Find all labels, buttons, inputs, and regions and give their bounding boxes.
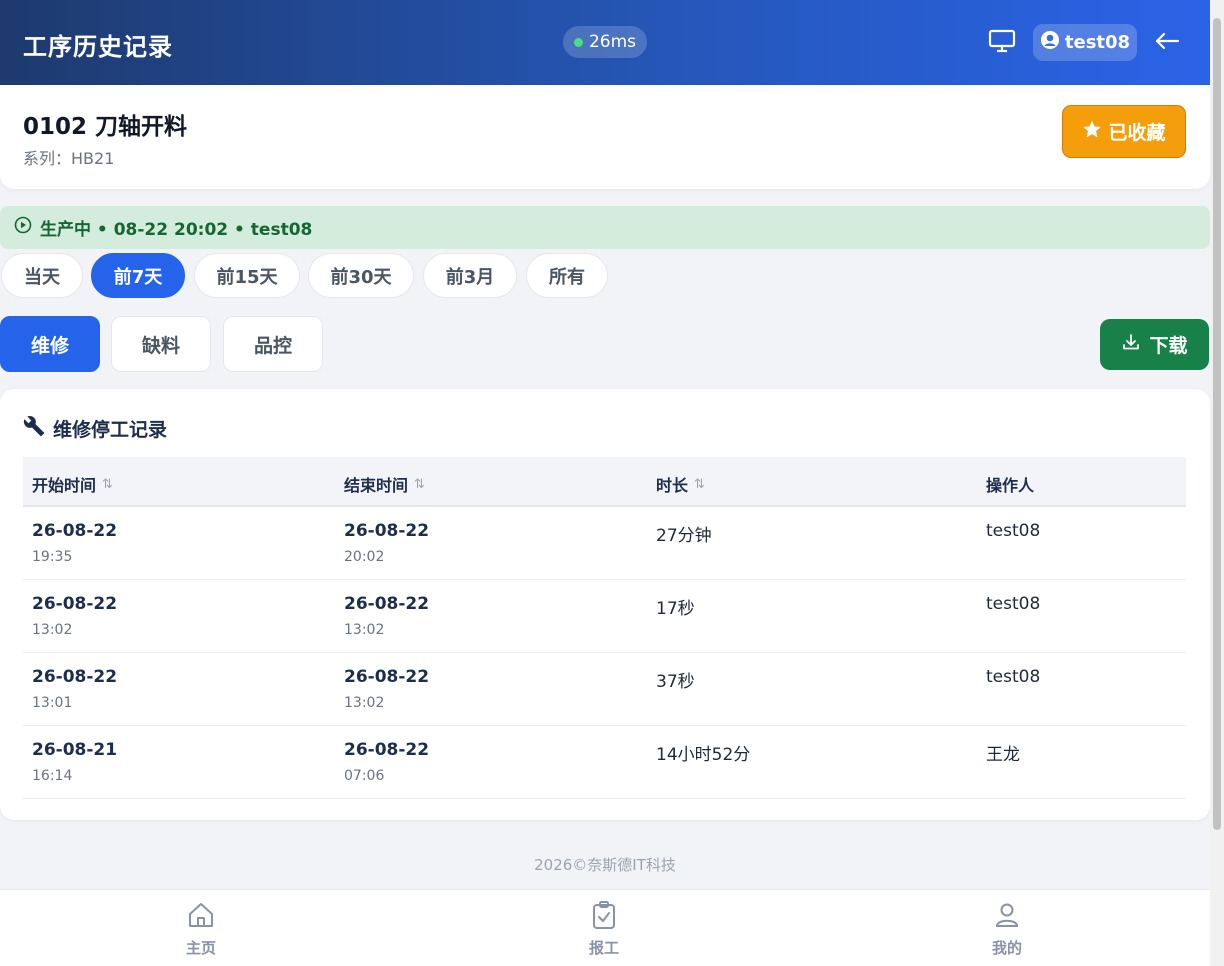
user-menu-button[interactable]: test08 xyxy=(1033,24,1137,61)
range-30days-button[interactable]: 前30天 xyxy=(308,253,414,298)
duration: 17秒 xyxy=(656,599,695,619)
column-end-time[interactable]: 结束时间 ⇅ xyxy=(344,472,425,496)
records-title-text: 维修停工记录 xyxy=(53,419,168,441)
page-title: 工序历史记录 xyxy=(23,33,173,61)
sort-icon: ⇅ xyxy=(102,476,113,492)
column-operator: 操作人 xyxy=(986,472,1034,496)
table-row: 26-08-22 19:35 26-08-22 20:02 27分钟 test0… xyxy=(23,507,1186,580)
app-header: 工序历史记录 26ms test08 xyxy=(0,0,1210,85)
play-circle-icon xyxy=(14,216,32,239)
download-label: 下载 xyxy=(1149,335,1188,357)
duration: 14小时52分 xyxy=(656,745,751,765)
column-label: 开始时间 xyxy=(32,476,97,495)
table-row: 26-08-22 13:01 26-08-22 13:02 37秒 test08 xyxy=(23,653,1186,726)
end-time: 13:02 xyxy=(344,622,385,638)
start-date: 26-08-22 xyxy=(32,667,118,687)
arrow-left-icon[interactable] xyxy=(1153,28,1183,56)
user-name: test08 xyxy=(1064,32,1131,53)
star-icon xyxy=(1082,119,1102,144)
start-date: 26-08-22 xyxy=(32,521,118,541)
favorite-label: 已收藏 xyxy=(1108,122,1166,144)
records-table: 开始时间 ⇅ 结束时间 ⇅ 时长 ⇅ 操作人 26-08-22 19:35 26… xyxy=(23,457,1186,799)
column-label: 操作人 xyxy=(986,476,1035,495)
process-card: 0102 刀轴开料 系列：HB21 已收藏 xyxy=(0,85,1210,189)
table-header: 开始时间 ⇅ 结束时间 ⇅ 时长 ⇅ 操作人 xyxy=(23,457,1186,507)
column-start-time[interactable]: 开始时间 ⇅ xyxy=(32,472,113,496)
operator: test08 xyxy=(986,667,1041,687)
column-label: 结束时间 xyxy=(344,476,409,495)
process-series: 系列：HB21 xyxy=(23,149,115,168)
wrench-icon xyxy=(23,415,45,442)
nav-item-home[interactable]: 主页 xyxy=(161,900,241,958)
scrollbar-thumb[interactable] xyxy=(1213,18,1221,830)
operator: test08 xyxy=(986,521,1041,541)
nav-label: 主页 xyxy=(185,939,216,957)
end-time: 07:06 xyxy=(344,768,385,784)
download-icon xyxy=(1121,332,1141,357)
end-date: 26-08-22 xyxy=(344,594,430,614)
operator: 王龙 xyxy=(986,745,1020,765)
user-circle-icon xyxy=(1040,30,1060,55)
scrollbar[interactable] xyxy=(1210,0,1224,966)
start-date: 26-08-21 xyxy=(32,740,118,760)
favorite-button[interactable]: 已收藏 xyxy=(1062,105,1186,158)
tab-repair[interactable]: 维修 xyxy=(0,316,100,372)
monitor-icon[interactable] xyxy=(987,28,1019,56)
range-today-button[interactable]: 当天 xyxy=(1,253,83,298)
end-time: 13:02 xyxy=(344,695,385,711)
tab-material-shortage[interactable]: 缺料 xyxy=(111,316,211,372)
records-card: 维修停工记录 开始时间 ⇅ 结束时间 ⇅ 时长 ⇅ 操作人 26-08-22 1… xyxy=(0,389,1210,820)
column-label: 时长 xyxy=(656,476,689,495)
records-title: 维修停工记录 xyxy=(23,415,167,442)
nav-label: 我的 xyxy=(991,939,1022,957)
start-time: 19:35 xyxy=(32,549,73,565)
nav-item-report[interactable]: 报工 xyxy=(564,900,644,958)
sort-icon: ⇅ xyxy=(414,476,425,492)
status-dot-icon xyxy=(573,37,583,47)
duration: 27分钟 xyxy=(656,526,712,546)
production-status-text: 生产中 • 08-22 20:02 • test08 xyxy=(40,220,313,240)
end-date: 26-08-22 xyxy=(344,521,430,541)
latency-badge: 26ms xyxy=(563,26,647,58)
column-duration[interactable]: 时长 ⇅ xyxy=(656,472,705,496)
process-name: 0102 刀轴开料 xyxy=(23,114,188,140)
range-7days-button[interactable]: 前7天 xyxy=(91,253,185,298)
end-date: 26-08-22 xyxy=(344,667,430,687)
table-row: 26-08-22 13:02 26-08-22 13:02 17秒 test08 xyxy=(23,580,1186,653)
nav-label: 报工 xyxy=(588,939,619,957)
copyright-text: 2026©奈斯德IT科技 xyxy=(534,856,676,874)
range-15days-button[interactable]: 前15天 xyxy=(194,253,300,298)
sort-icon: ⇅ xyxy=(694,476,705,492)
end-date: 26-08-22 xyxy=(344,740,430,760)
nav-item-profile[interactable]: 我的 xyxy=(967,900,1047,958)
range-3months-button[interactable]: 前3月 xyxy=(423,253,517,298)
start-time: 13:01 xyxy=(32,695,73,711)
start-date: 26-08-22 xyxy=(32,594,118,614)
range-all-button[interactable]: 所有 xyxy=(526,253,608,298)
home-icon xyxy=(186,900,216,934)
production-status-bar: 生产中 • 08-22 20:02 • test08 xyxy=(0,206,1210,249)
duration: 37秒 xyxy=(656,672,695,692)
latency-value: 26ms xyxy=(588,32,637,52)
clipboard-check-icon xyxy=(589,900,619,934)
download-button[interactable]: 下载 xyxy=(1100,319,1209,370)
start-time: 16:14 xyxy=(32,768,73,784)
end-time: 20:02 xyxy=(344,549,385,565)
user-icon xyxy=(992,900,1022,934)
operator: test08 xyxy=(986,594,1041,614)
table-row: 26-08-21 16:14 26-08-22 07:06 14小时52分 王龙 xyxy=(23,726,1186,799)
bottom-nav: 主页 报工 我的 xyxy=(0,889,1210,966)
start-time: 13:02 xyxy=(32,622,73,638)
tab-quality-control[interactable]: 品控 xyxy=(223,316,323,372)
